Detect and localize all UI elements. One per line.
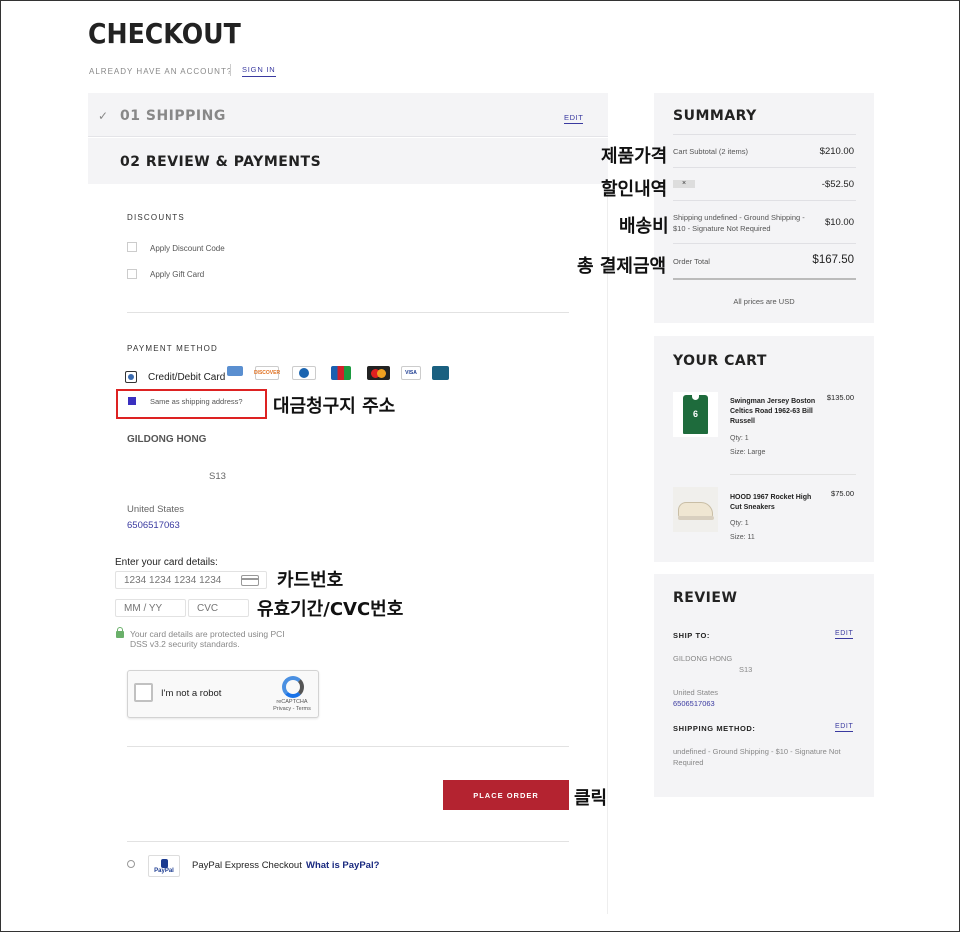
divider <box>673 278 856 280</box>
cb-icon <box>432 366 449 380</box>
currency-note: All prices are USD <box>733 297 795 306</box>
discount-code-label[interactable]: Apply Discount Code <box>150 244 225 253</box>
review-step-title: 02 REVIEW & PAYMENTS <box>120 154 322 170</box>
product-image[interactable] <box>673 487 718 532</box>
shipping-edit-link[interactable]: EDIT <box>564 113 584 124</box>
jersey-icon: 6 <box>683 395 708 434</box>
card-option-label[interactable]: Credit/Debit Card <box>148 372 225 383</box>
billing-phone: 6506517063 <box>127 520 180 531</box>
recaptcha-label: I'm not a robot <box>161 688 222 699</box>
checkmark-icon: ✓ <box>98 109 109 123</box>
diners-icon <box>292 366 316 380</box>
subtotal-label: Cart Subtotal (2 items) <box>673 147 749 156</box>
page-title: CHECKOUT <box>88 17 241 50</box>
paypal-label[interactable]: PayPal Express Checkout <box>192 860 302 871</box>
annotation-card-number: 카드번호 <box>277 570 344 591</box>
recaptcha-links[interactable]: Privacy - Terms <box>267 706 317 713</box>
divider <box>673 200 856 201</box>
discount-value: -$52.50 <box>821 179 854 190</box>
shipping-method-text: undefined - Ground Shipping - $10 - Sign… <box>673 747 841 767</box>
billing-name: GILDONG HONG <box>127 434 207 445</box>
cart-title: YOUR CART <box>673 353 767 369</box>
annotation-discount: 할인내역 <box>601 179 668 200</box>
paypal-icon: PayPal <box>148 855 180 877</box>
product-qty: Qty: 1 <box>730 435 749 442</box>
ship-to-label: SHIP TO: <box>673 631 711 640</box>
product-price: $135.00 <box>826 393 854 402</box>
annotation-click: 클릭 <box>574 788 608 809</box>
product-size: Size: Large <box>730 449 766 456</box>
divider <box>673 134 856 135</box>
discount-chip[interactable]: × <box>673 180 695 188</box>
discounts-label: DISCOUNTS <box>127 213 185 222</box>
mastercard-icon <box>367 366 390 380</box>
order-total-label: Order Total <box>673 257 710 266</box>
ship-phone: 6506517063 <box>673 699 715 708</box>
credit-card-icon <box>241 575 259 586</box>
paypal-radio[interactable] <box>127 860 135 868</box>
security-note: Your card details are protected using PC… <box>130 629 285 649</box>
visa-icon: VISA <box>401 366 421 380</box>
recaptcha-checkbox[interactable] <box>134 683 153 702</box>
shipping-label: Shipping undefined - Ground Shipping - $… <box>673 213 805 233</box>
annotation-product-price: 제품가격 <box>601 146 668 167</box>
product-image[interactable]: 6 <box>673 392 718 437</box>
product-size: Size: 11 <box>730 534 755 541</box>
divider <box>127 841 569 842</box>
place-order-button[interactable]: PLACE ORDER <box>443 780 569 810</box>
card-details-label: Enter your card details: <box>115 557 218 568</box>
what-is-paypal-link[interactable]: What is PayPal? <box>306 860 379 871</box>
recaptcha-brand-text: reCAPTCHA <box>276 699 308 705</box>
jersey-number: 6 <box>692 409 698 419</box>
discover-icon: DISCOVER <box>254 366 280 380</box>
shipping-method-edit-link[interactable]: EDIT <box>835 723 854 732</box>
recaptcha-icon <box>282 676 304 698</box>
summary-title: SUMMARY <box>673 108 757 124</box>
product-qty: Qty: 1 <box>730 520 749 527</box>
divider <box>230 64 231 76</box>
recaptcha-brand: reCAPTCHA Privacy - Terms <box>267 699 317 713</box>
ship-country: United States <box>673 688 719 697</box>
sneaker-sole <box>678 516 714 520</box>
annotation-expiry-cvc: 유효기간/CVC번호 <box>257 599 404 620</box>
gift-card-label[interactable]: Apply Gift Card <box>150 270 204 279</box>
divider <box>127 312 569 313</box>
lock-icon <box>116 627 124 638</box>
amex-icon <box>227 366 243 376</box>
ship-to-edit-link[interactable]: EDIT <box>835 630 854 639</box>
same-address-checkbox[interactable] <box>128 397 136 405</box>
shipping-method-label: SHIPPING METHOD: <box>673 724 756 733</box>
billing-country: United States <box>127 504 185 515</box>
subtotal-value: $210.00 <box>819 146 854 157</box>
cvc-input[interactable] <box>188 599 249 617</box>
divider <box>127 746 569 747</box>
ship-name: GILDONG HONG <box>673 654 733 663</box>
review-panel-title: REVIEW <box>673 590 738 606</box>
billing-line: S13 <box>209 471 226 482</box>
divider <box>730 474 856 475</box>
shipping-step-title: 01 SHIPPING <box>120 108 226 124</box>
ship-line: S13 <box>739 665 753 674</box>
expiry-input[interactable] <box>115 599 186 617</box>
gift-card-checkbox[interactable] <box>127 269 137 279</box>
product-price: $75.00 <box>831 489 854 498</box>
divider <box>673 243 856 244</box>
summary-panel <box>654 93 874 323</box>
product-name[interactable]: HOOD 1967 Rocket High Cut Sneakers <box>730 493 820 513</box>
order-total-value: $167.50 <box>812 254 854 266</box>
jcb-icon <box>331 366 351 380</box>
product-name[interactable]: Swingman Jersey Boston Celtics Road 1962… <box>730 397 820 427</box>
account-question: ALREADY HAVE AN ACCOUNT? <box>89 67 233 76</box>
annotation-total: 총 결제금액 <box>577 256 667 277</box>
sign-in-link[interactable]: SIGN IN <box>242 65 276 77</box>
annotation-billing-address: 대금청구지 주소 <box>273 396 396 417</box>
shipping-value: $10.00 <box>824 217 854 228</box>
payment-method-label: PAYMENT METHOD <box>127 344 219 353</box>
annotation-shipping-fee: 배송비 <box>619 216 669 237</box>
discount-code-checkbox[interactable] <box>127 242 137 252</box>
card-radio[interactable] <box>125 371 137 383</box>
same-address-label[interactable]: Same as shipping address? <box>150 397 243 406</box>
divider <box>673 167 856 168</box>
